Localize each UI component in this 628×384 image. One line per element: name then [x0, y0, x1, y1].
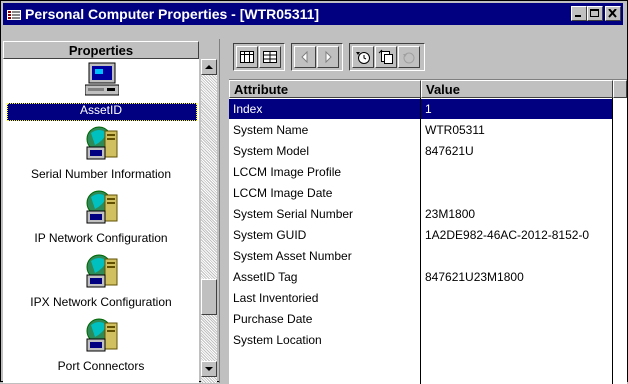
table-row[interactable]: System Location [229, 330, 613, 350]
scroll-down-button[interactable] [201, 361, 217, 377]
value-cell: 847621U23M1800 [425, 270, 524, 284]
refresh-clock-icon [356, 52, 370, 64]
value-cell [421, 183, 612, 203]
scroll-thumb[interactable] [201, 279, 217, 315]
attribute-cell: System Name [233, 123, 309, 137]
title-bar[interactable]: Personal Computer Properties - [WTR05311… [3, 3, 623, 25]
grid-view-button[interactable] [259, 46, 281, 68]
assetid-computer-icon [85, 62, 119, 96]
app-grid-icon [7, 7, 21, 20]
view-button-group [233, 43, 285, 71]
attribute-cell: System Model [233, 144, 310, 158]
navigation-button-group [291, 43, 343, 71]
attribute-grid[interactable]: Attribute Value Index 1 System Name WTR0… [229, 79, 627, 384]
value-cell: 1 [421, 99, 612, 119]
property-item-label: Serial Number Information [30, 167, 172, 181]
window-title: Personal Computer Properties - [WTR05311… [25, 6, 320, 22]
property-item-label: AssetID [79, 103, 122, 117]
action-button-group [349, 43, 425, 71]
table-row[interactable]: System Serial Number 23M1800 [229, 204, 613, 224]
table-row[interactable]: System Name WTR05311 [229, 120, 613, 140]
attribute-cell: AssetID Tag [233, 270, 298, 284]
arrow-down-icon [205, 367, 213, 371]
table-view-button[interactable] [236, 46, 258, 68]
property-item-label: IPX Network Configuration [30, 295, 172, 309]
minimize-button[interactable] [571, 6, 587, 21]
copy-button[interactable] [375, 46, 397, 68]
value-cell: 23M1800 [425, 207, 476, 221]
table-row[interactable]: Index 1 [229, 99, 613, 119]
table-row[interactable]: LCCM Image Profile [229, 162, 613, 182]
property-item-ipx-network[interactable]: IPX Network Configuration [3, 251, 199, 313]
property-item-ip-network[interactable]: IP Network Configuration [3, 187, 199, 249]
properties-list[interactable]: AssetID Serial Number Information IP Net… [3, 59, 199, 383]
value-cell [421, 330, 612, 350]
undo-icon [403, 52, 415, 64]
table-row[interactable]: System Asset Number [229, 246, 613, 266]
network-computer-icon [86, 190, 118, 224]
maximize-icon [590, 9, 599, 17]
refresh-button[interactable] [352, 46, 374, 68]
maximize-button[interactable] [587, 6, 603, 21]
table-row[interactable]: Purchase Date [229, 309, 613, 329]
minimize-icon [575, 15, 581, 17]
network-computer-icon [86, 254, 118, 288]
close-button[interactable] [605, 6, 621, 21]
attribute-cell: LCCM Image Date [233, 186, 333, 200]
column-header-value[interactable]: Value [421, 80, 613, 98]
arrow-up-icon [205, 65, 213, 69]
grid-header: Attribute Value [229, 80, 627, 98]
value-cell: 1A2DE982-46AC-2012-8152-0 [425, 228, 590, 242]
network-computer-icon [86, 318, 118, 352]
toolbar [229, 39, 627, 77]
table-row[interactable]: Last Inventoried [229, 288, 613, 308]
table-row[interactable]: AssetID Tag 847621U23M1800 [229, 267, 613, 287]
table-row[interactable]: LCCM Image Date [229, 183, 613, 203]
attribute-cell: LCCM Image Profile [233, 165, 342, 179]
table-view-icon [240, 51, 254, 63]
properties-scrollbar[interactable] [201, 59, 217, 383]
next-button[interactable] [317, 46, 339, 68]
properties-window: Personal Computer Properties - [WTR05311… [0, 0, 628, 384]
attribute-cell: Purchase Date [233, 312, 313, 326]
previous-icon [301, 50, 308, 64]
next-icon [325, 50, 332, 64]
property-item-serial-number[interactable]: Serial Number Information [3, 123, 199, 185]
attribute-cell: System GUID [233, 228, 307, 242]
value-cell [421, 288, 612, 308]
copy-icon [378, 49, 393, 64]
property-item-assetid[interactable]: AssetID [3, 59, 199, 121]
undo-button[interactable] [398, 46, 420, 68]
value-cell [421, 246, 612, 266]
column-header-filler [613, 80, 627, 98]
attribute-cell: Last Inventoried [233, 291, 319, 305]
value-cell [421, 162, 612, 182]
previous-button[interactable] [294, 46, 316, 68]
property-item-port-connectors[interactable]: Port Connectors [3, 315, 199, 377]
table-row[interactable]: System Model 847621U [229, 141, 613, 161]
value-cell: 847621U [425, 144, 474, 158]
value-cell: WTR05311 [425, 123, 485, 137]
grid-view-icon [263, 51, 277, 63]
attribute-cell: System Location [233, 333, 322, 347]
properties-header: Properties [3, 41, 199, 59]
attribute-cell: System Serial Number [233, 207, 354, 221]
table-row[interactable]: System GUID 1A2DE982-46AC-2012-8152-0 [229, 225, 613, 245]
network-computer-icon [86, 126, 118, 160]
attribute-cell: Index [229, 99, 420, 119]
value-cell [421, 309, 612, 329]
column-header-attribute[interactable]: Attribute [229, 80, 421, 98]
scroll-up-button[interactable] [201, 59, 217, 75]
close-icon [608, 9, 617, 18]
property-item-label: Port Connectors [57, 359, 145, 373]
attribute-cell: System Asset Number [233, 249, 352, 263]
property-item-label: IP Network Configuration [34, 231, 168, 245]
